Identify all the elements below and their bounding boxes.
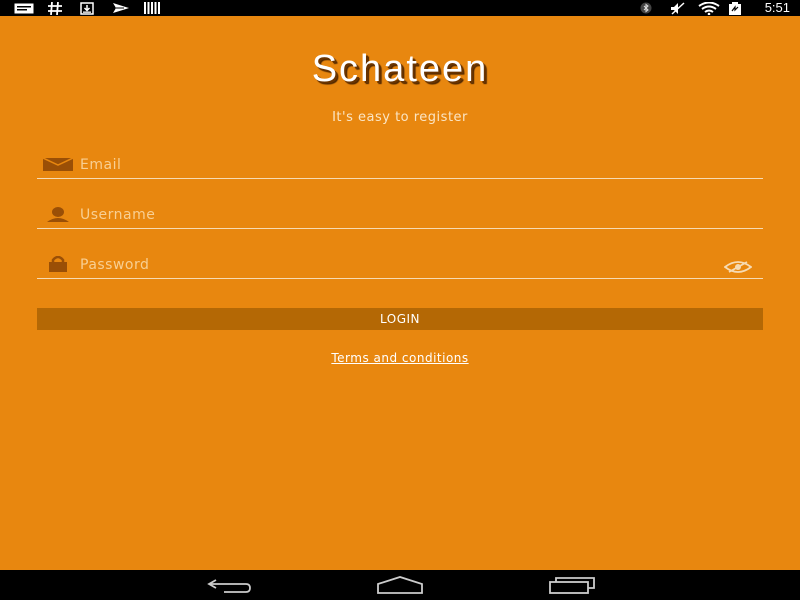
- recents-icon[interactable]: [548, 576, 596, 594]
- username-field-row: [37, 199, 763, 229]
- username-input[interactable]: [80, 204, 720, 226]
- message-icon: [14, 0, 34, 16]
- device-screen: 5:51 Schateen It's easy to register Emai…: [0, 0, 800, 600]
- barcode-icon: [144, 0, 160, 16]
- bluetooth-icon: [640, 0, 652, 16]
- battery-icon: [728, 0, 742, 16]
- wifi-icon: [698, 0, 720, 16]
- app-logo: Schateen: [311, 48, 489, 90]
- email-input[interactable]: [80, 154, 720, 176]
- envelope-icon: [43, 155, 73, 173]
- hashtag-icon: [48, 0, 62, 16]
- password-input[interactable]: [80, 254, 720, 276]
- password-field-row: [37, 249, 763, 279]
- terms-link[interactable]: Terms and conditions: [0, 351, 800, 365]
- download-icon: [80, 0, 94, 16]
- register-screen: Schateen It's easy to register Email Use…: [0, 16, 800, 570]
- lock-icon: [43, 255, 73, 273]
- email-field-row: [37, 149, 763, 179]
- back-icon[interactable]: [206, 576, 252, 594]
- mute-icon: [670, 0, 686, 16]
- status-time: 5:51: [764, 0, 790, 15]
- eye-off-icon[interactable]: [723, 260, 753, 274]
- navigation-bar: [0, 570, 800, 600]
- airplane-notification-icon: [112, 0, 130, 16]
- user-icon: [43, 205, 73, 223]
- home-icon[interactable]: [376, 576, 424, 594]
- status-bar: 5:51: [0, 0, 800, 16]
- tagline: It's easy to register: [332, 110, 468, 125]
- login-button[interactable]: LOGIN: [37, 308, 763, 330]
